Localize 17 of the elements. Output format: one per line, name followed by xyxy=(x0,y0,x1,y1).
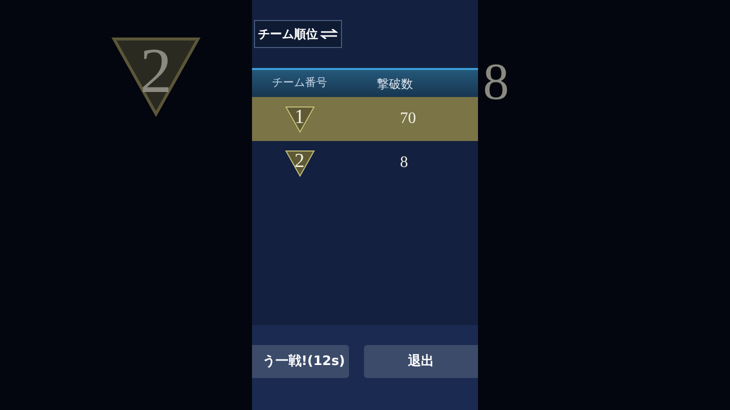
rematch-button[interactable]: う一戦!(12s) xyxy=(252,345,349,378)
triangle-icon xyxy=(284,150,314,176)
rank-number: 2 xyxy=(140,36,172,106)
rank-number: 1 xyxy=(294,106,304,128)
swap-arrows-icon xyxy=(320,29,338,39)
column-header: 撃破数 xyxy=(377,76,413,92)
kill-count-backdrop: 8 xyxy=(483,54,509,111)
triangle-icon xyxy=(111,36,201,117)
team-ranking-button[interactable]: チーム順位 xyxy=(254,20,342,48)
column-header: チーム番号 xyxy=(271,75,328,92)
ranking-row[interactable]: 2 8 xyxy=(252,141,478,185)
kill-count: 70 xyxy=(400,109,416,129)
exit-button[interactable]: 退出 xyxy=(364,345,478,378)
rank-number: 2 xyxy=(294,150,304,172)
kill-count: 8 xyxy=(400,153,408,173)
triangle-icon xyxy=(284,106,314,132)
ranking-row[interactable]: 1 70 xyxy=(252,97,478,141)
